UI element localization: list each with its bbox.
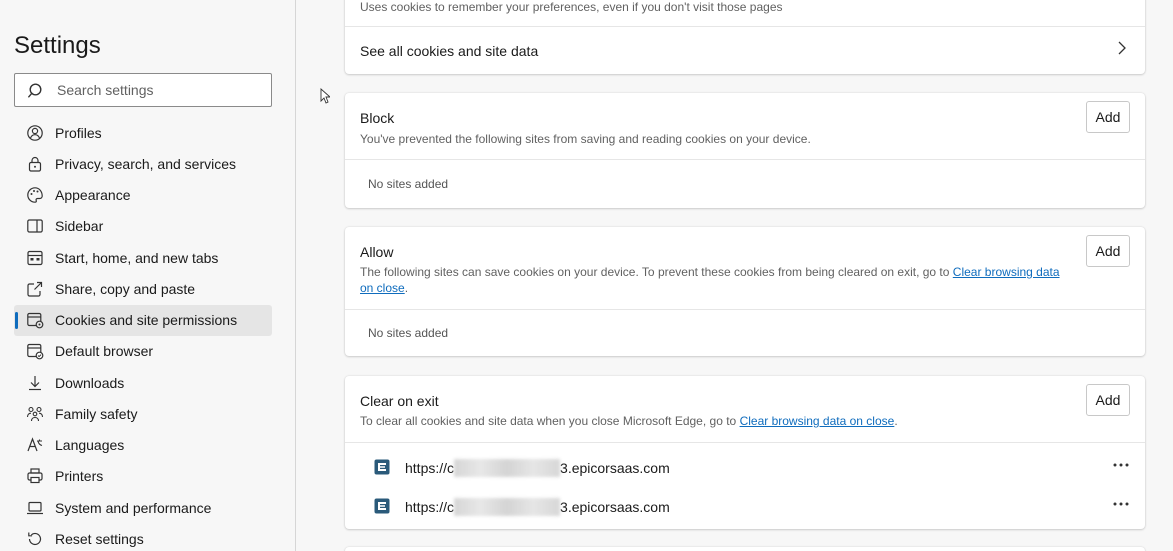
search-input[interactable]	[57, 74, 267, 106]
sidebar-item-label: Family safety	[55, 405, 138, 422]
clear-on-exit-card: Clear on exit To clear all cookies and s…	[345, 376, 1145, 529]
sidebar-item-label: Cookies and site permissions	[55, 312, 238, 329]
allow-title: Allow	[360, 244, 394, 260]
clear-on-exit-title: Clear on exit	[360, 393, 439, 409]
site-favicon-icon	[374, 459, 390, 475]
site-url-char: c	[447, 499, 455, 515]
divider	[345, 442, 1145, 443]
sidebar-item-label: Reset settings	[55, 530, 144, 547]
allow-card: Allow The following sites can save cooki…	[345, 227, 1145, 356]
clear-browsing-data-link[interactable]: Clear browsing data on close	[740, 414, 895, 428]
settings-nav: Profiles Privacy, search, and services A…	[14, 117, 272, 551]
more-options-icon	[1113, 463, 1129, 467]
site-url-prefix: https://	[405, 460, 448, 476]
divider	[345, 309, 1145, 310]
site-url: https://c 3.epicorsaas.com	[405, 498, 670, 516]
sidebar-item-system[interactable]: System and performance	[14, 492, 272, 523]
sidebar-item-family[interactable]: Family safety	[14, 398, 272, 429]
reset-icon	[26, 530, 44, 548]
share-icon	[26, 280, 44, 298]
sidebar-item-label: Start, home, and new tabs	[55, 249, 219, 266]
sidebar-item-label: Languages	[55, 437, 125, 454]
sidebar-item-label: Privacy, search, and services	[55, 155, 237, 172]
languages-icon	[26, 436, 44, 454]
more-options-button[interactable]	[1107, 453, 1135, 477]
site-url-suffix: .epicorsaas.com	[567, 460, 670, 476]
sidebar-item-reset[interactable]: Reset settings	[14, 523, 272, 551]
site-url-char: 3	[560, 460, 568, 476]
block-title: Block	[360, 110, 395, 126]
clear-on-exit-add-button[interactable]: Add	[1086, 384, 1130, 416]
site-url-prefix: https://	[405, 499, 448, 515]
sidebar-item-privacy[interactable]: Privacy, search, and services	[14, 148, 272, 179]
main-content: Uses cookies to remember your preference…	[297, 0, 1173, 551]
see-all-cookies-link[interactable]: See all cookies and site data	[360, 43, 538, 59]
sidebar-item-label: Share, copy and paste	[55, 280, 196, 297]
cookie-settings-card: Uses cookies to remember your preference…	[345, 0, 1145, 74]
sidebar-item-share[interactable]: Share, copy and paste	[14, 273, 272, 304]
redacted-text	[454, 498, 561, 516]
site-list-item: https://c 3.epicorsaas.com	[345, 448, 1145, 487]
divider	[345, 159, 1145, 160]
search-box[interactable]	[14, 73, 272, 107]
sidebar-item-label: Default browser	[55, 343, 154, 360]
palette-icon	[26, 186, 44, 204]
sidebar-item-start-home[interactable]: Start, home, and new tabs	[14, 242, 272, 273]
family-icon	[26, 405, 44, 423]
divider	[345, 26, 1145, 27]
sidebar-item-printers[interactable]: Printers	[14, 461, 272, 492]
sidebar-item-cookies[interactable]: Cookies and site permissions	[14, 304, 272, 336]
printer-icon	[26, 467, 44, 485]
cookie-preferences-description: Uses cookies to remember your preference…	[360, 0, 783, 14]
allow-description-suffix: .	[404, 281, 409, 295]
sidebar-item-default-browser[interactable]: Default browser	[14, 336, 272, 367]
allow-add-button[interactable]: Add	[1086, 235, 1130, 267]
block-add-button[interactable]: Add	[1086, 101, 1130, 133]
allow-description: The following sites can save cookies on …	[360, 264, 1070, 296]
block-description: You've prevented the following sites fro…	[360, 132, 811, 146]
allow-empty-text: No sites added	[368, 326, 449, 340]
sidebar-item-appearance[interactable]: Appearance	[14, 180, 272, 211]
chevron-right-icon[interactable]	[1115, 40, 1129, 56]
block-empty-text: No sites added	[368, 177, 449, 191]
more-options-icon	[1113, 502, 1129, 506]
sidebar-item-languages[interactable]: Languages	[14, 430, 272, 461]
sidebar-item-label: System and performance	[55, 499, 212, 516]
site-list-item: https://c 3.epicorsaas.com	[345, 487, 1145, 526]
sidebar-item-label: Profiles	[55, 124, 102, 141]
clear-on-exit-description: To clear all cookies and site data when …	[360, 413, 1070, 429]
site-url-char: 3	[560, 499, 568, 515]
sidebar-item-label: Appearance	[55, 187, 131, 204]
settings-sidebar: Settings Profiles Privacy, search, and s…	[0, 0, 296, 551]
settings-window: Settings Profiles Privacy, search, and s…	[0, 0, 1173, 551]
download-icon	[26, 374, 44, 392]
site-url-char: c	[447, 460, 455, 476]
site-favicon-icon	[374, 498, 390, 514]
sidebar-item-profiles[interactable]: Profiles	[14, 117, 272, 148]
home-tabs-icon	[26, 249, 44, 267]
profile-icon	[26, 124, 44, 142]
search-icon	[28, 83, 42, 98]
allow-description-text: The following sites can save cookies on …	[360, 265, 950, 279]
sidebar-item-label: Printers	[55, 468, 104, 485]
site-url: https://c 3.epicorsaas.com	[405, 459, 670, 477]
cookies-permissions-icon	[26, 311, 44, 329]
clear-on-exit-description-text: To clear all cookies and site data when …	[360, 414, 737, 428]
lock-icon	[26, 155, 44, 173]
default-browser-icon	[26, 342, 44, 360]
block-card: Block You've prevented the following sit…	[345, 93, 1145, 208]
site-url-suffix: .epicorsaas.com	[567, 499, 670, 515]
more-options-button[interactable]	[1107, 492, 1135, 516]
sidebar-item-label: Downloads	[55, 374, 125, 391]
settings-title: Settings	[14, 32, 101, 59]
laptop-icon	[26, 499, 44, 517]
sidebar-icon	[26, 217, 44, 235]
sidebar-item-sidebar[interactable]: Sidebar	[14, 211, 272, 242]
next-card	[345, 547, 1145, 551]
clear-on-exit-description-suffix: .	[894, 414, 898, 428]
sidebar-item-label: Sidebar	[55, 218, 104, 235]
redacted-text	[454, 459, 561, 477]
sidebar-item-downloads[interactable]: Downloads	[14, 367, 272, 398]
